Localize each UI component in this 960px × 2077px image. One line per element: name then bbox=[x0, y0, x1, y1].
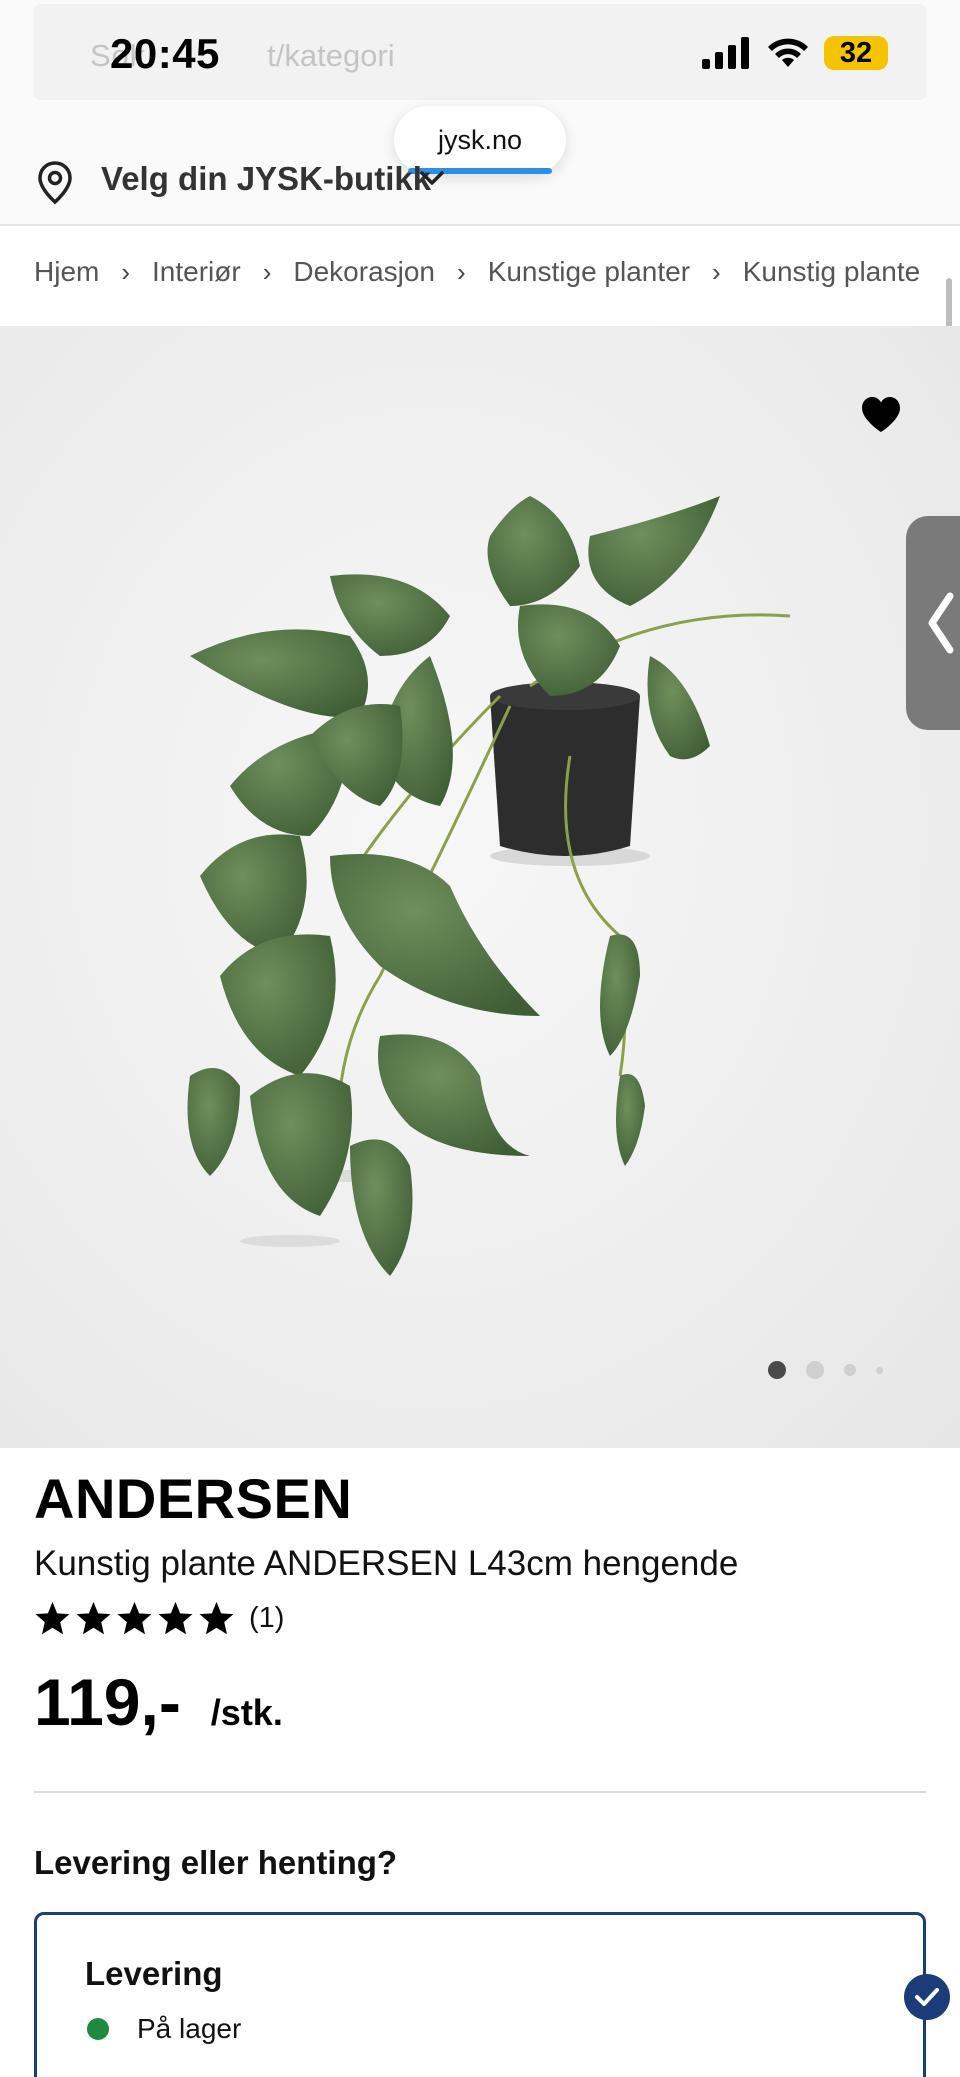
stock-status: På lager bbox=[87, 2013, 241, 2045]
chevron-down-icon bbox=[420, 171, 444, 185]
wifi-icon bbox=[768, 38, 808, 67]
product-image-gallery[interactable] bbox=[0, 326, 960, 1448]
star-icon bbox=[76, 1601, 111, 1635]
cellular-signal-icon bbox=[702, 37, 749, 69]
breadcrumb-separator-icon: › bbox=[712, 256, 721, 287]
rating-count: (1) bbox=[249, 1601, 285, 1634]
price-value: 119,- bbox=[34, 1665, 181, 1739]
breadcrumb-separator-icon: › bbox=[121, 256, 131, 287]
star-icon bbox=[158, 1601, 193, 1635]
breadcrumb-item-current: Kunstig plante bbox=[742, 256, 921, 287]
status-icons: 32 bbox=[702, 36, 888, 70]
gallery-dot[interactable] bbox=[806, 1361, 824, 1379]
battery-indicator: 32 bbox=[824, 36, 888, 70]
breadcrumb-item-interior[interactable]: Interiør bbox=[152, 256, 241, 288]
gallery-dot-active[interactable] bbox=[768, 1361, 786, 1379]
product-brand: ANDERSEN bbox=[34, 1467, 353, 1530]
stock-status-label: På lager bbox=[137, 2013, 242, 2044]
gallery-dot[interactable] bbox=[876, 1366, 883, 1374]
star-icon bbox=[117, 1601, 152, 1635]
product-title: Kunstig plante ANDERSEN L43cm hengende bbox=[34, 1544, 739, 1583]
star-icon bbox=[35, 1601, 70, 1635]
breadcrumb-item-decoration[interactable]: Dekorasjon bbox=[293, 256, 435, 288]
price-unit: /stk. bbox=[210, 1692, 283, 1733]
top-header: Søk t/kategori 20:45 32 jysk.no Velg din … bbox=[0, 0, 960, 226]
rating-stars bbox=[34, 1600, 235, 1636]
selected-check-icon bbox=[904, 1974, 950, 2020]
breadcrumb-separator-icon: › bbox=[457, 256, 466, 287]
product-photo bbox=[187, 496, 791, 1276]
status-time: 20:45 bbox=[110, 30, 220, 77]
gallery-dot[interactable] bbox=[844, 1364, 856, 1376]
breadcrumb-item-artificial-plants[interactable]: Kunstige planter bbox=[488, 256, 690, 288]
in-stock-dot-icon bbox=[87, 2018, 109, 2040]
product-rating[interactable]: (1) bbox=[34, 1600, 284, 1636]
product-price: 119,- /stk. bbox=[34, 1664, 283, 1740]
gallery-pagination bbox=[768, 1361, 883, 1379]
delivery-heading: Levering eller henting? bbox=[34, 1844, 398, 1881]
breadcrumb-item-home[interactable]: Hjem bbox=[34, 256, 99, 288]
star-icon bbox=[199, 1601, 234, 1635]
delivery-option-card[interactable]: Levering På lager bbox=[34, 1912, 926, 2077]
side-drawer-tab[interactable] bbox=[906, 516, 960, 730]
favorite-heart-icon[interactable] bbox=[860, 396, 902, 434]
breadcrumb-separator-icon: › bbox=[262, 256, 272, 287]
store-selector-label: Velg din JYSK-butikk bbox=[101, 160, 432, 197]
section-divider bbox=[34, 1791, 926, 1793]
store-selector[interactable]: Velg din JYSK-butikk bbox=[0, 146, 960, 226]
delivery-option-title: Levering bbox=[85, 1955, 223, 1992]
location-pin-icon bbox=[38, 161, 72, 205]
breadcrumb: Hjem › Interiør › Dekorasjon › Kunstige … bbox=[34, 256, 920, 288]
chevron-left-icon bbox=[928, 592, 954, 654]
